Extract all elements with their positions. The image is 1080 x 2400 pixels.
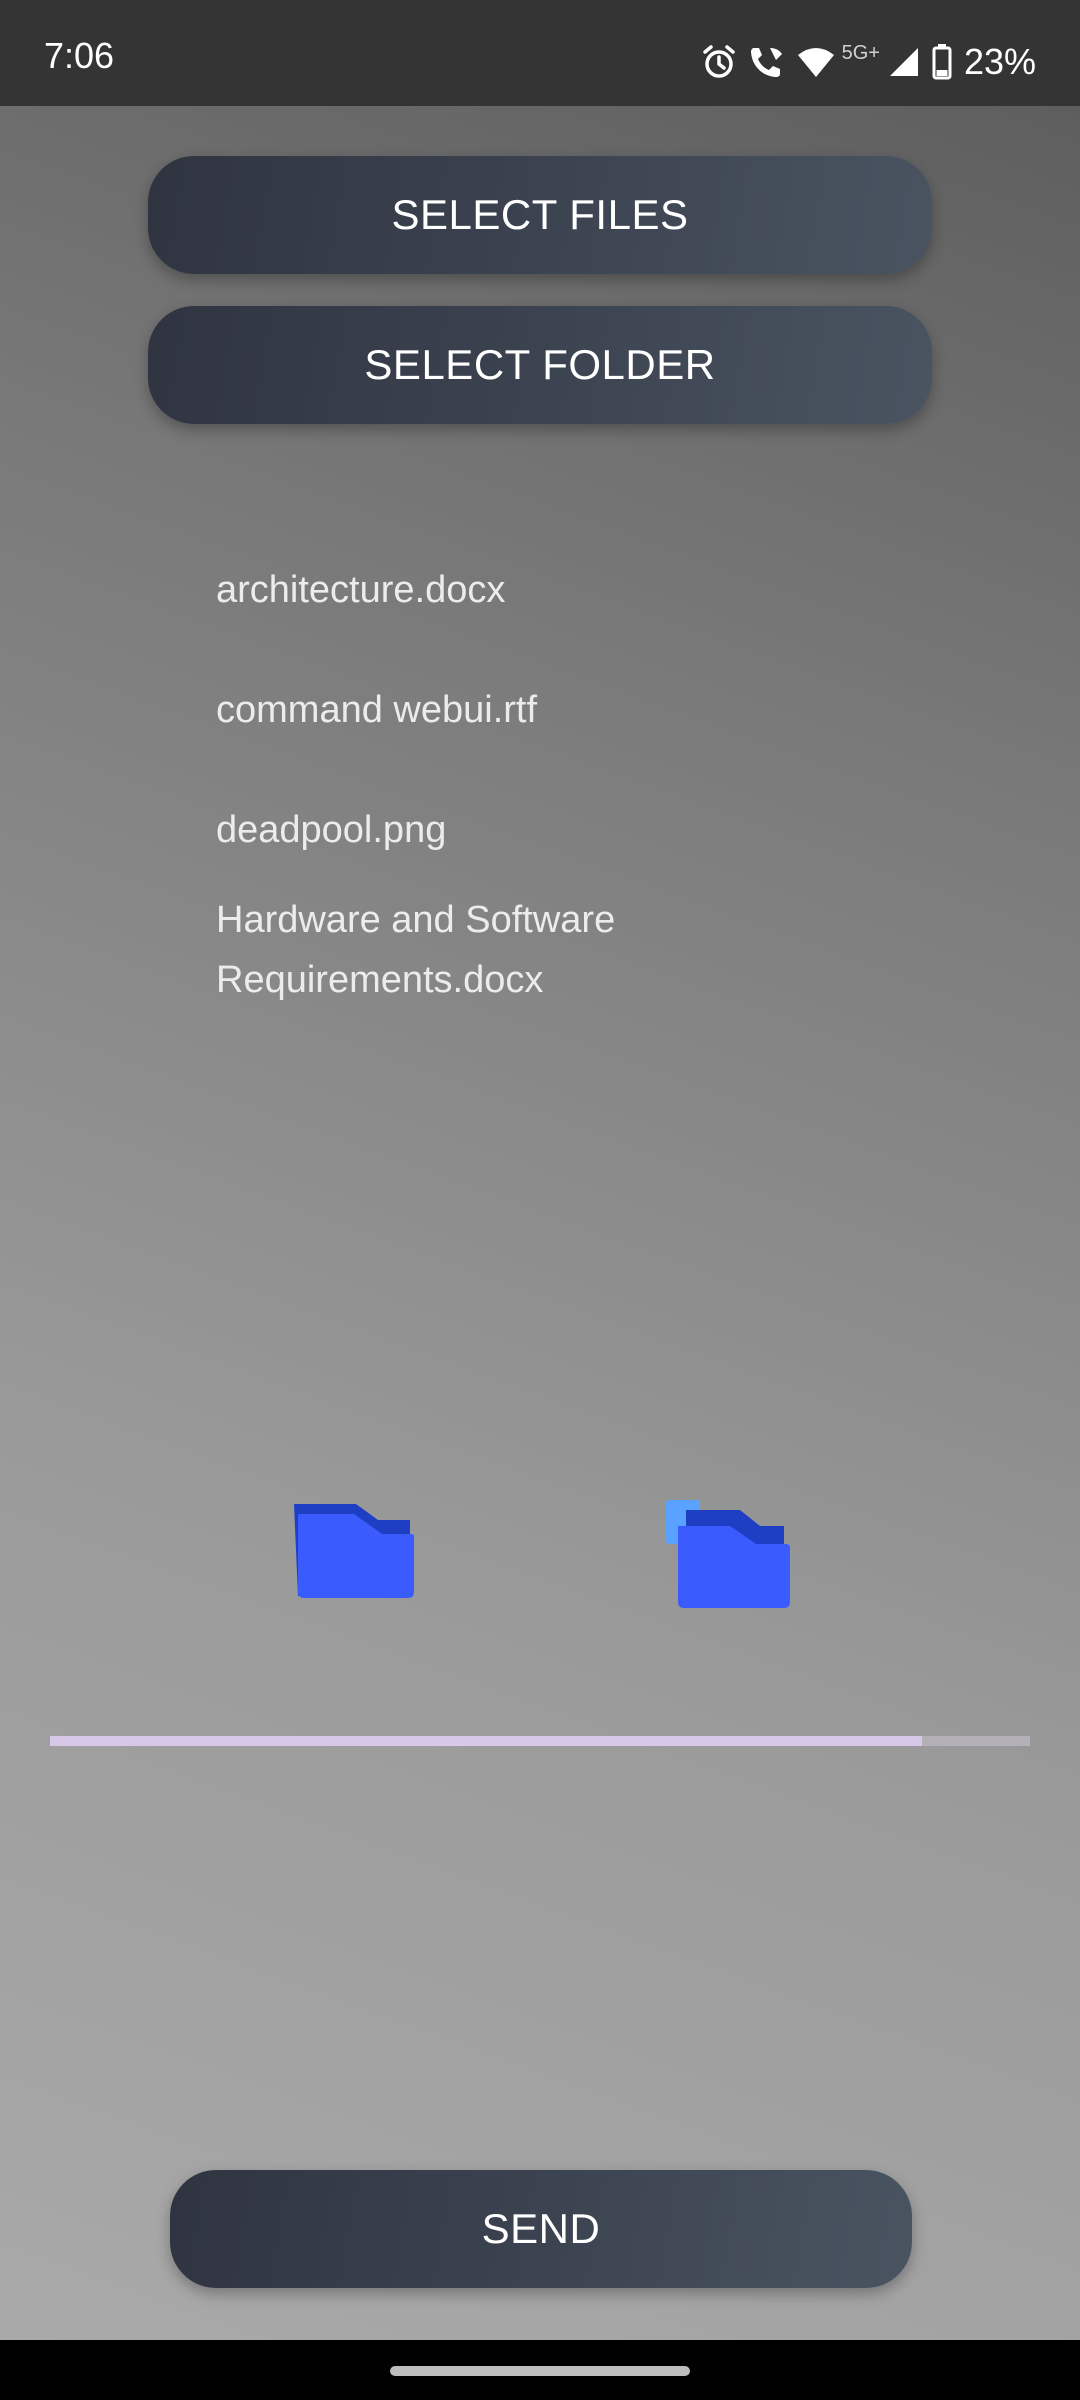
network-type-label: 5G+: [841, 41, 880, 64]
status-time: 7:06: [44, 35, 115, 76]
battery-percentage: 23%: [963, 41, 1036, 82]
select-files-button[interactable]: SELECT FILES: [148, 156, 932, 274]
send-button[interactable]: SEND: [170, 2170, 912, 2288]
navigation-bar: [0, 2340, 1080, 2400]
file-list-item: architecture.docx: [216, 569, 506, 611]
file-list-item: command webui.rtf: [216, 689, 538, 731]
battery-icon: [932, 44, 952, 80]
cellular-signal-icon: [888, 46, 920, 78]
select-folder-label: SELECT FOLDER: [364, 341, 716, 388]
folder-icon: [292, 1500, 416, 1607]
alarm-icon: [702, 44, 736, 80]
folders-icon: [664, 1500, 794, 1617]
file-list-item: deadpool.png: [216, 809, 447, 851]
select-files-label: SELECT FILES: [391, 191, 689, 238]
select-folder-button[interactable]: SELECT FOLDER: [148, 306, 932, 424]
status-icons: 5G+ 23%: [702, 42, 1036, 82]
upload-progress-fill: [50, 1736, 923, 1746]
send-label: SEND: [481, 2205, 601, 2252]
upload-progress-bar: [50, 1736, 1030, 1746]
file-list-item: Hardware and Software Requirements.docx: [216, 899, 616, 1001]
status-bar: 7:06 5G+ 23%: [0, 0, 1080, 106]
wifi-icon: [796, 45, 836, 79]
wifi-calling-icon: [748, 44, 784, 80]
home-indicator[interactable]: [390, 2366, 690, 2376]
